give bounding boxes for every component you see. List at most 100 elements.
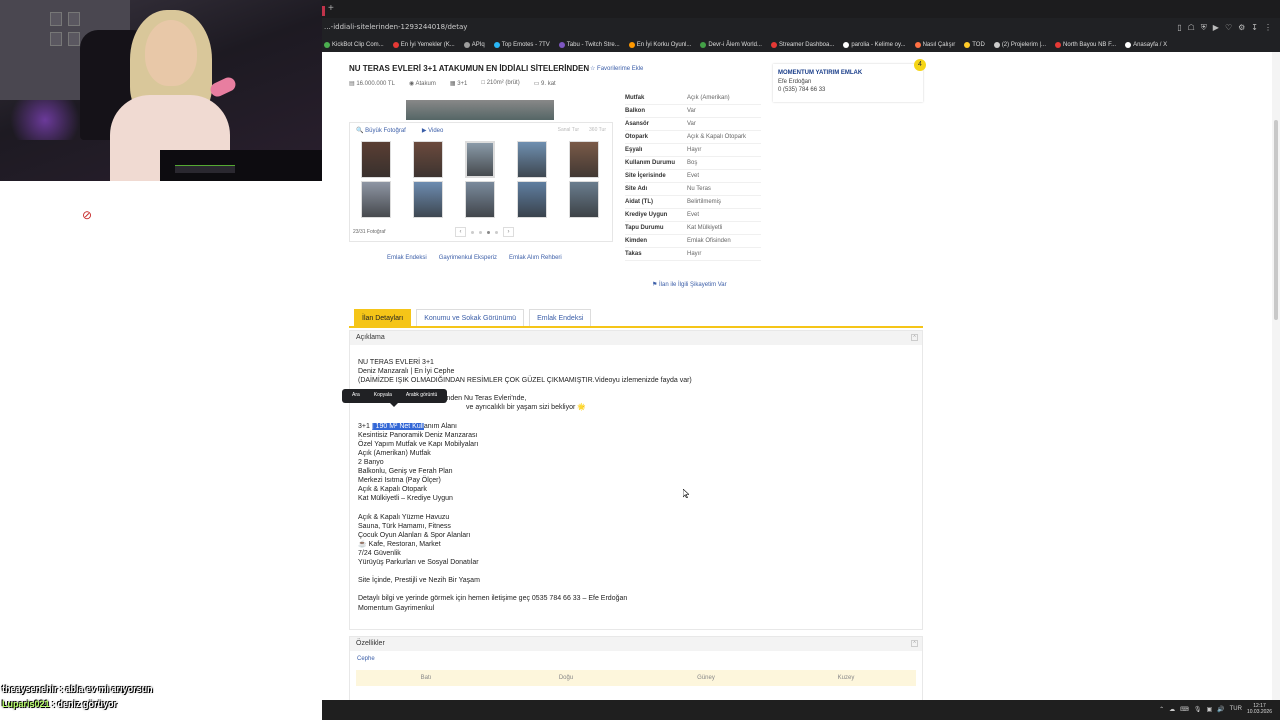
pager-dot-active[interactable] bbox=[487, 230, 490, 234]
bookmark-label[interactable]: Tabu - Twitch Stre... bbox=[567, 42, 620, 48]
big-photo-label[interactable]: Büyük Fotoğraf bbox=[365, 128, 406, 134]
property-value: Evet bbox=[687, 173, 700, 179]
menu-icon[interactable]: ⋮ bbox=[1264, 23, 1272, 33]
bookmark-label[interactable]: Devr-i Âlem World... bbox=[708, 42, 762, 48]
selected-line-suffix: anım Alanı bbox=[423, 422, 457, 430]
video-button[interactable]: ▶ Video bbox=[422, 127, 444, 134]
bookmark-item[interactable]: Devr-i Âlem World... bbox=[700, 38, 762, 51]
bookmark-item[interactable]: APIq bbox=[463, 38, 485, 51]
photo-thumbnail[interactable] bbox=[517, 181, 547, 218]
bookmarks-bar: KickBot Clip Com... En İyi Yemekler (K...… bbox=[322, 38, 1280, 51]
bookmark-item[interactable]: En İyi Korku Oyunl... bbox=[628, 38, 692, 51]
photo-thumbnail[interactable] bbox=[465, 141, 495, 178]
ekspertiz-link[interactable]: Gayrimenkul Eksperiz bbox=[439, 255, 497, 261]
chevron-up-icon[interactable]: ⌃ bbox=[1159, 706, 1164, 713]
bookmark-item[interactable]: parolia - Kelime oy... bbox=[843, 38, 906, 51]
language-indicator[interactable]: TUR bbox=[1230, 706, 1242, 712]
text-selection[interactable]: | 190 M² Net Kull bbox=[371, 422, 424, 430]
bookmark-item[interactable]: KickBot Clip Com... bbox=[324, 38, 384, 51]
description-line: Kat Mülkiyetli – Krediye Uygun bbox=[358, 495, 453, 503]
new-tab-icon[interactable]: + bbox=[328, 3, 334, 14]
complaint-label[interactable]: İlan ile İlgili Şikayetim Var bbox=[659, 282, 727, 288]
cloud-icon[interactable]: ☁ bbox=[1169, 706, 1175, 713]
context-image-search-button[interactable]: Arabk görüntü bbox=[406, 391, 437, 400]
bookmark-label[interactable]: En İyi Yemekler (K... bbox=[401, 42, 455, 48]
complaint-link[interactable]: ⚑ İlan ile İlgili Şikayetim Var bbox=[652, 281, 727, 288]
photo-thumbnail[interactable] bbox=[361, 181, 391, 218]
page-icon[interactable]: ▯ bbox=[1177, 23, 1181, 33]
bookmark-item[interactable]: TOD bbox=[964, 38, 985, 51]
extension-icon[interactable]: ⚙ bbox=[1238, 23, 1245, 33]
scroll-thumb[interactable] bbox=[1274, 120, 1278, 320]
photo-thumbnail[interactable] bbox=[361, 141, 391, 178]
usb-icon[interactable]: ⌨ bbox=[1180, 706, 1189, 713]
video-label[interactable]: Video bbox=[428, 128, 443, 134]
tab-emlak-endeksi[interactable]: Emlak Endeksi bbox=[529, 309, 592, 326]
photo-thumbnail[interactable] bbox=[413, 181, 443, 218]
pager-dot[interactable] bbox=[471, 230, 474, 234]
pager-dot[interactable] bbox=[479, 230, 482, 234]
bookmark-item[interactable]: Nasıl Çalışır bbox=[914, 38, 956, 51]
bookmark-item[interactable]: North Bayou NB F... bbox=[1055, 38, 1116, 51]
bookmark-icon[interactable]: ☖ bbox=[1188, 23, 1195, 33]
heart-icon[interactable]: ♡ bbox=[1225, 23, 1232, 33]
favorite-label[interactable]: Favorilerime Ekle bbox=[597, 66, 643, 72]
emlak-endeksi-link[interactable]: Emlak Endeksi bbox=[387, 255, 427, 261]
bookmark-label[interactable]: En İyi Korku Oyunl... bbox=[637, 42, 692, 48]
bookmark-item[interactable]: En İyi Yemekler (K... bbox=[392, 38, 455, 51]
bookmark-item[interactable]: Top Emotes - 7TV bbox=[493, 38, 550, 51]
features-subheading: Cephe bbox=[357, 656, 375, 662]
property-key: Tapu Durumu bbox=[625, 225, 664, 231]
property-key: Asansör bbox=[625, 121, 650, 127]
pager-dot[interactable] bbox=[495, 230, 498, 234]
bookmark-label[interactable]: Anasayfa / X bbox=[1133, 42, 1167, 48]
next-page-button[interactable]: › bbox=[503, 227, 514, 237]
location-value: Atakum bbox=[415, 81, 436, 87]
photo-thumbnail[interactable] bbox=[569, 181, 599, 218]
address-bar[interactable]: ...-iddiali-sitelerinden-1293244018/deta… bbox=[322, 20, 1280, 36]
bookmark-item[interactable]: Tabu - Twitch Stre... bbox=[558, 38, 620, 51]
bookmark-label[interactable]: North Bayou NB F... bbox=[1063, 42, 1116, 48]
bookmark-label[interactable]: Top Emotes - 7TV bbox=[502, 42, 550, 48]
agent-phone: 0 (535) 784 66 33 bbox=[778, 87, 826, 93]
context-search-button[interactable]: Ara bbox=[352, 391, 360, 400]
bookmark-label[interactable]: KickBot Clip Com... bbox=[332, 42, 384, 48]
url-text[interactable]: ...-iddiali-sitelerinden-1293244018/deta… bbox=[324, 23, 467, 31]
bookmark-item[interactable]: (2) Projelerim |... bbox=[993, 38, 1046, 51]
agent-company[interactable]: MOMENTUM YATIRIM EMLAK bbox=[778, 70, 918, 76]
agent-card[interactable]: MOMENTUM YATIRIM EMLAK Efe Erdoğan 0 (53… bbox=[773, 64, 923, 102]
bookmark-label[interactable]: (2) Projelerim |... bbox=[1002, 42, 1046, 48]
tab-ilan-detaylari[interactable]: İlan Detayları bbox=[354, 309, 412, 326]
bookmark-label[interactable]: Streamer Dashboa... bbox=[779, 42, 834, 48]
add-favorite-link[interactable]: ☆ Favorilerime Ekle bbox=[590, 65, 643, 72]
network-icon[interactable]: ▣ bbox=[1206, 706, 1212, 713]
photo-thumbnail[interactable] bbox=[465, 181, 495, 218]
volume-icon[interactable]: 🔊 bbox=[1217, 706, 1224, 713]
collapse-icon[interactable]: ^ bbox=[911, 334, 918, 341]
main-photo[interactable] bbox=[406, 100, 554, 120]
download-icon[interactable]: ↧ bbox=[1251, 23, 1258, 33]
mic-icon[interactable]: 🎙 bbox=[1194, 706, 1202, 713]
bookmark-item[interactable]: Streamer Dashboa... bbox=[770, 38, 834, 51]
alim-rehberi-link[interactable]: Emlak Alım Rehberi bbox=[509, 255, 562, 261]
floor-value: 9. kat bbox=[541, 81, 556, 87]
property-value: Hayır bbox=[687, 251, 702, 257]
prev-page-button[interactable]: ‹ bbox=[455, 227, 466, 237]
clock[interactable]: 12:17 10.03.2026 bbox=[1247, 703, 1272, 715]
bookmark-label[interactable]: Nasıl Çalışır bbox=[923, 42, 956, 48]
photo-thumbnail[interactable] bbox=[569, 141, 599, 178]
bookmark-label[interactable]: parolia - Kelime oy... bbox=[851, 42, 905, 48]
play-icon[interactable]: ▶ bbox=[1213, 23, 1219, 33]
bookmark-item[interactable]: Anasayfa / X bbox=[1125, 38, 1167, 51]
bookmark-label[interactable]: TOD bbox=[972, 42, 985, 48]
big-photo-button[interactable]: 🔍 Büyük Fotoğraf bbox=[356, 127, 406, 134]
photo-thumbnail[interactable] bbox=[413, 141, 443, 178]
collapse-icon[interactable]: ^ bbox=[911, 640, 918, 647]
photo-thumbnail[interactable] bbox=[517, 141, 547, 178]
webcam-frame-3 bbox=[50, 32, 62, 46]
bookmark-label[interactable]: APIq bbox=[472, 42, 485, 48]
context-copy-button[interactable]: Kopyala bbox=[374, 391, 392, 400]
tab-konum[interactable]: Konumu ve Sokak Görünümü bbox=[416, 309, 525, 326]
property-value: Var bbox=[687, 108, 696, 114]
shield-icon[interactable]: ⛨ bbox=[1201, 23, 1207, 33]
